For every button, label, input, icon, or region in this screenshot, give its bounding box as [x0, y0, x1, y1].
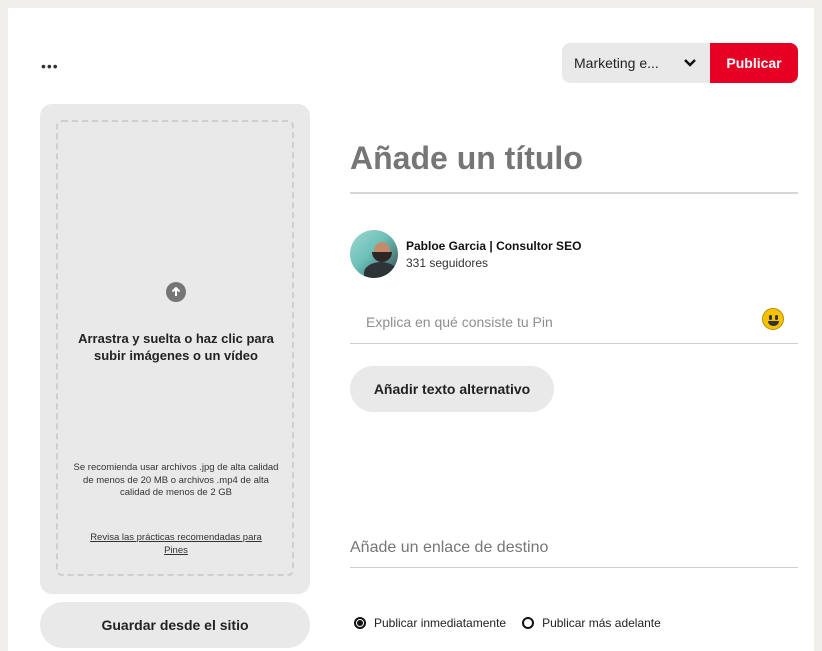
publish-now-option[interactable]: Publicar inmediatamente	[354, 616, 506, 630]
followers-count: 331 seguidores	[406, 256, 489, 270]
upload-instructions: Arrastra y suelta o haz clic para subir …	[78, 331, 274, 363]
board-select-label: Marketing e...	[574, 55, 659, 71]
description-input[interactable]: Explica en qué consiste tu Pin	[350, 300, 798, 344]
user-name: Pabloe Garcia | Consultor SEO	[406, 239, 582, 253]
arrow-up-icon[interactable]	[166, 282, 186, 302]
publish-options: Publicar inmediatamente Publicar más ade…	[354, 616, 677, 630]
publish-button[interactable]: Publicar	[710, 43, 798, 83]
radio-checked[interactable]	[354, 617, 366, 629]
add-alt-text-button[interactable]: Añadir texto alternativo	[350, 366, 554, 412]
publish-later-option[interactable]: Publicar más adelante	[522, 616, 661, 630]
best-practices-link[interactable]: Revisa las prácticas recomendadas para P…	[82, 532, 270, 557]
pin-builder: ••• Marketing e... Publicar Arrastra y s…	[8, 8, 814, 651]
board-select[interactable]: Marketing e...	[562, 43, 710, 83]
title-input[interactable]: Añade un título	[350, 140, 798, 177]
publish-now-label: Publicar inmediatamente	[374, 616, 507, 630]
upload-panel: Arrastra y suelta o haz clic para subir …	[40, 104, 310, 594]
upload-recommendation: Se recomienda usar archivos .jpg de alta…	[73, 462, 279, 498]
title-underline	[350, 192, 798, 194]
chevron-down-icon	[682, 55, 698, 71]
save-from-site-button[interactable]: Guardar desde el sitio	[40, 602, 310, 648]
upload-dropzone[interactable]: Arrastra y suelta o haz clic para subir …	[56, 120, 294, 576]
destination-link-input[interactable]: Añade un enlace de destino	[350, 528, 798, 568]
avatar	[350, 230, 398, 278]
publish-later-label: Publicar más adelante	[542, 616, 661, 630]
emoji-picker-icon[interactable]	[762, 308, 784, 330]
radio-unchecked[interactable]	[522, 617, 535, 629]
more-options-icon[interactable]: •••	[41, 58, 59, 74]
